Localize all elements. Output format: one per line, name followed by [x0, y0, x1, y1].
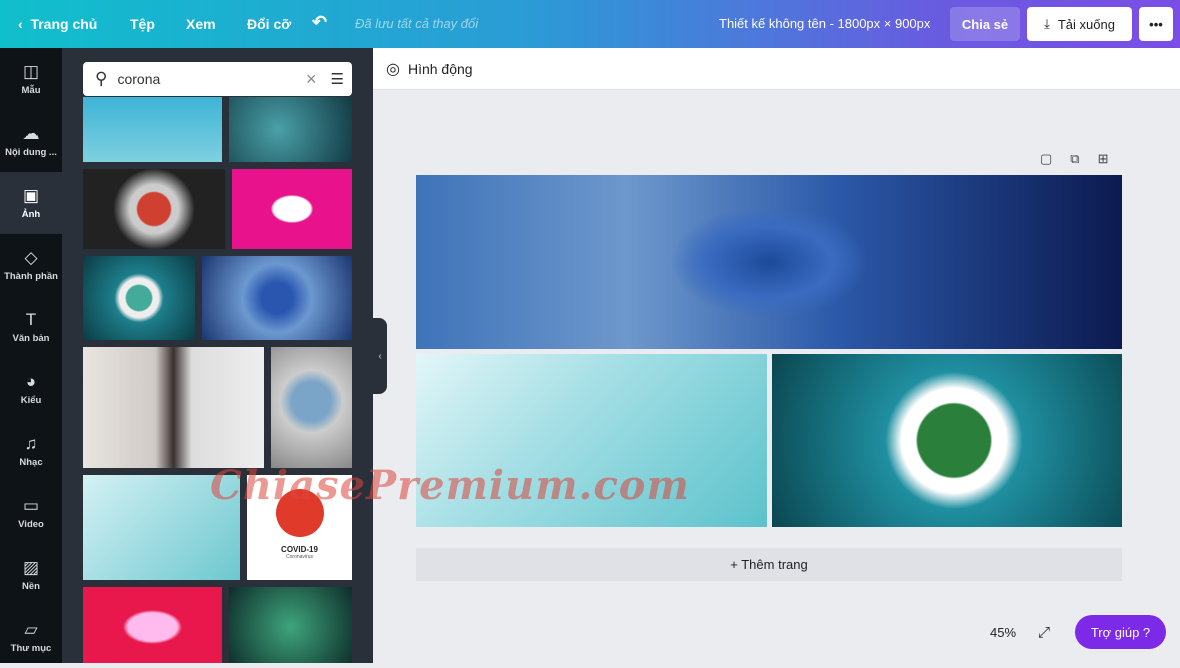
photo-thumb[interactable]: [83, 97, 222, 162]
sidebar-item-label: Kiểu: [20, 395, 42, 406]
file-menu[interactable]: Tệp: [130, 16, 155, 32]
search-field[interactable]: ⚲ corona × ☰: [83, 62, 352, 96]
sidebar-item-background[interactable]: ▨ Nền: [0, 544, 62, 606]
home-label: Trang chủ: [30, 16, 98, 32]
zoom-level[interactable]: 45%: [990, 625, 1016, 640]
sidebar-item-text[interactable]: T Văn bản: [0, 296, 62, 358]
fullscreen-icon[interactable]: ⤢: [1038, 624, 1050, 641]
search-icon: ⚲: [95, 69, 108, 88]
clear-icon[interactable]: ×: [306, 69, 317, 90]
duplicate-icon[interactable]: ⧉: [1070, 151, 1097, 166]
zoom-controls: 45% ⤢: [968, 613, 1068, 651]
sidebar-item-label: Nhạc: [19, 457, 43, 468]
animate-icon[interactable]: ◎: [386, 59, 400, 79]
page-actions: ▢⧉⊞: [1040, 151, 1127, 167]
sidebar-item-label: Văn bản: [12, 333, 50, 344]
video-icon: ▭: [22, 496, 40, 515]
photo-thumb[interactable]: [83, 587, 222, 663]
sidebar-item-label: Thư mục: [10, 643, 52, 654]
download-button[interactable]: ⤓ Tải xuống: [1027, 7, 1132, 41]
covid-sublabel: Coronavirus: [286, 554, 313, 560]
share-button[interactable]: Chia sẻ: [950, 7, 1020, 41]
design-title[interactable]: Thiết kế không tên - 1800px × 900px: [719, 16, 930, 31]
sidebar-item-folder[interactable]: ▱ Thư mục: [0, 606, 62, 668]
download-label: Tải xuống: [1057, 16, 1115, 32]
template-icon: ◫: [22, 62, 40, 81]
photo-thumb[interactable]: [83, 256, 195, 340]
sidebar-item-template[interactable]: ◫ Mẫu: [0, 48, 62, 110]
covid-label: COVID-19: [281, 545, 318, 554]
text-icon: T: [25, 310, 37, 329]
photo-thumb[interactable]: [83, 347, 264, 468]
music-icon: ♫: [24, 434, 38, 453]
photo-thumb[interactable]: [202, 256, 352, 340]
background-icon: ▨: [22, 558, 40, 577]
saved-status: Đã lưu tất cả thay đổi: [355, 16, 479, 31]
search-input[interactable]: corona: [117, 71, 306, 87]
watermark: ChiasePremium.com: [210, 462, 690, 509]
sidebar-item-video[interactable]: ▭ Video: [0, 482, 62, 544]
photo-thumb[interactable]: [271, 347, 352, 468]
canvas-image-earth[interactable]: [772, 354, 1122, 527]
sidebar-item-palette[interactable]: ◕ Kiểu: [0, 358, 62, 420]
sidebar-item-label: Ảnh: [21, 209, 41, 220]
add-page-icon[interactable]: ⊞: [1098, 151, 1127, 166]
help-button[interactable]: Trợ giúp ?: [1075, 615, 1166, 649]
sidebar-item-upload[interactable]: ☁ Nội dung ...: [0, 110, 62, 172]
photo-thumb[interactable]: [83, 169, 225, 249]
collapse-panel-button[interactable]: ‹: [373, 318, 387, 394]
sidebar-item-label: Nền: [22, 581, 40, 592]
filter-icon[interactable]: ☰: [331, 70, 344, 88]
photos-panel: COVID-19 Coronavirus ⚲ corona × ☰: [62, 48, 373, 663]
elements-icon: ◇: [24, 248, 38, 267]
sidebar-item-label: Video: [18, 519, 44, 530]
canvas-image-virus[interactable]: [416, 175, 1122, 349]
folder-icon: ▱: [24, 620, 38, 639]
editor-toolbar: ◎ Hình động: [373, 48, 1180, 90]
sidebar: ◫ Mẫu ☁ Nội dung ... ▣ Ảnh ◇ Thành phần T Văn bản…: [0, 48, 62, 663]
download-icon: ⤓: [1044, 16, 1050, 31]
sidebar-item-label: Nội dung ...: [5, 147, 57, 158]
photo-icon: ▣: [22, 186, 40, 205]
sidebar-item-label: Mẫu: [21, 85, 41, 96]
view-menu[interactable]: Xem: [186, 16, 216, 32]
sidebar-item-label: Thành phần: [4, 271, 58, 282]
home-button[interactable]: ‹ Trang chủ: [18, 16, 97, 32]
sidebar-item-photo[interactable]: ▣ Ảnh: [0, 172, 62, 234]
photo-thumb[interactable]: [232, 169, 352, 249]
upload-icon: ☁: [22, 124, 40, 143]
more-button[interactable]: •••: [1139, 7, 1173, 41]
photo-thumb[interactable]: [229, 97, 352, 162]
top-bar: ‹ Trang chủ Tệp Xem Đổi cỡ ↶ Đã lưu tất …: [0, 0, 1180, 48]
resize-menu[interactable]: Đổi cỡ: [247, 16, 291, 32]
palette-icon: ◕: [25, 372, 37, 391]
scrollbar[interactable]: [1168, 90, 1180, 663]
sidebar-item-elements[interactable]: ◇ Thành phần: [0, 234, 62, 296]
photo-thumb[interactable]: [229, 587, 352, 663]
note-icon[interactable]: ▢: [1040, 151, 1070, 166]
undo-icon[interactable]: ↶: [312, 12, 327, 33]
animate-button[interactable]: Hình động: [408, 61, 473, 77]
sidebar-item-music[interactable]: ♫ Nhạc: [0, 420, 62, 482]
add-page-button[interactable]: + Thêm trang: [416, 548, 1122, 581]
